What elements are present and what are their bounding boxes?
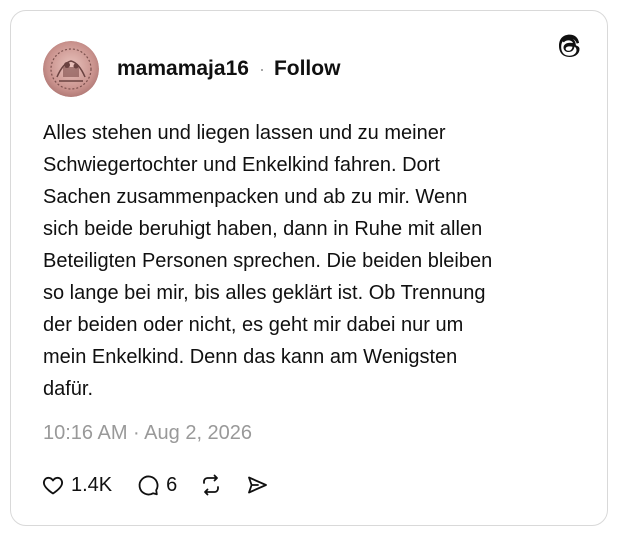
like-count: 1.4K xyxy=(71,473,113,496)
post-text-line: Beteiligten Personen sprechen. Die beide… xyxy=(43,250,493,272)
post-text-line: Schwiegertochter und Enkelkind fahren. D… xyxy=(43,154,440,176)
post-timestamp[interactable]: 10:16 AM · Aug 2, 2026 xyxy=(43,419,252,447)
repost-button[interactable] xyxy=(199,473,223,497)
post-text-line: mein Enkelkind. Denn das kann am Wenigst… xyxy=(43,346,458,368)
share-button[interactable] xyxy=(245,473,269,497)
post-body: Alles stehen und liegen lassen und zu me… xyxy=(43,117,563,405)
post-text-line: so lange bei mir, bis alles geklärt ist.… xyxy=(43,282,486,304)
like-button[interactable]: 1.4K xyxy=(41,473,112,497)
username-link[interactable]: mamamaja16 xyxy=(117,57,249,81)
post-card: mamamaja16 · Follow Alles stehen und lie… xyxy=(10,10,608,526)
post-text-line: Sachen zusammenpacken und ab zu mir. Wen… xyxy=(43,186,468,208)
post-text-line: der beiden oder nicht, es geht mir dabei… xyxy=(43,314,464,336)
avatar-image xyxy=(43,41,99,97)
follow-button[interactable]: Follow xyxy=(274,57,341,81)
reply-button[interactable]: 6 xyxy=(136,473,177,497)
comment-bubble-icon xyxy=(138,475,159,496)
threads-logo-icon[interactable] xyxy=(557,33,585,61)
post-text-line: dafür. xyxy=(43,378,94,400)
post-text-line: Alles stehen und liegen lassen und zu me… xyxy=(43,122,446,144)
action-bar: 1.4K 6 xyxy=(41,471,269,499)
post-header: mamamaja16 · Follow xyxy=(117,56,340,82)
heart-icon xyxy=(42,476,64,495)
avatar[interactable] xyxy=(43,41,99,97)
send-icon xyxy=(248,476,268,494)
repost-icon xyxy=(203,474,220,496)
threads-logo-icon-svg xyxy=(559,34,580,57)
header-separator: · xyxy=(258,58,265,79)
post-text-line: sich beide beruhigt haben, dann in Ruhe … xyxy=(43,218,483,240)
reply-count: 6 xyxy=(166,473,178,496)
